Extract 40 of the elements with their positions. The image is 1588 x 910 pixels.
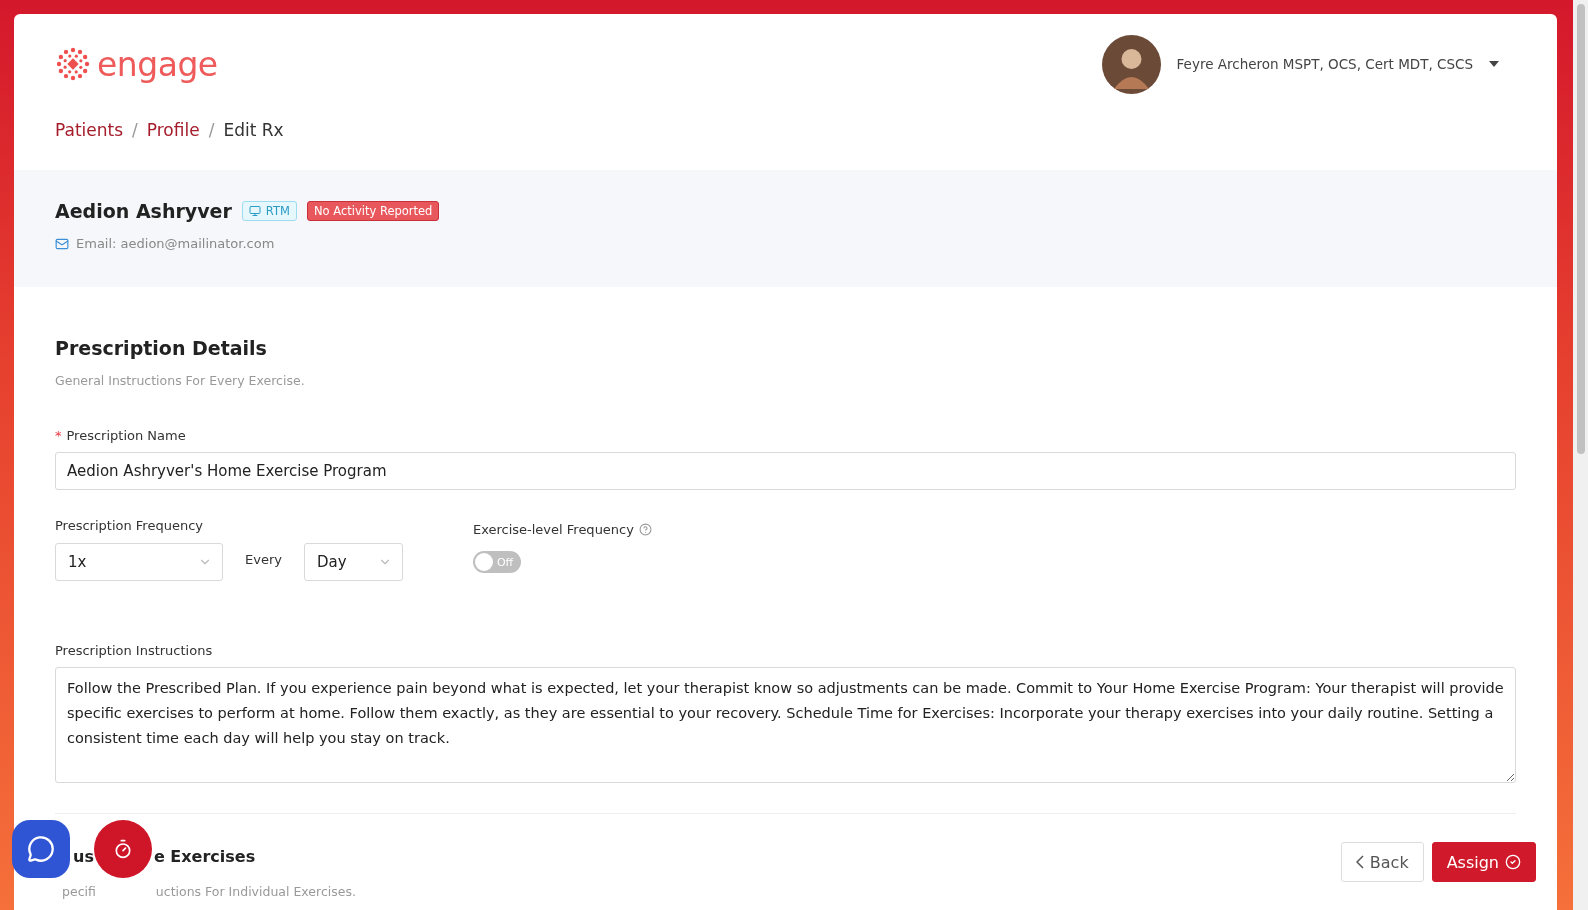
monitor-icon: [248, 205, 261, 217]
avatar[interactable]: [1101, 34, 1161, 94]
check-circle-icon: [1505, 854, 1521, 870]
mail-icon: [55, 236, 69, 251]
logo-icon: [55, 46, 91, 82]
section-title: us: [73, 847, 94, 866]
user-name[interactable]: Feyre Archeron MSPT, OCS, Cert MDT, CSCS: [1176, 56, 1473, 72]
section-subtitle: uctions For Individual Exercises.: [155, 884, 356, 899]
timer-icon: [113, 839, 133, 859]
chat-button[interactable]: [12, 820, 70, 878]
field-label: Exercise-level Frequency: [472, 522, 634, 537]
program-tag: RTM: [241, 201, 297, 221]
instructions-field[interactable]: Follow the Prescribed Plan. If you experience pain beyond what is expected, let your therapist know so adjustments can be made. Commit to Your Home Exercise Program: Your therapist will provide specific exercises to perform at home. Follow them exactly, as they are essential to your recovery. Schedule Time for Exercises: Incorporate your therapy exercises into your daily routine. Setting a consistent time each day will help you stay on track.: [55, 667, 1516, 783]
logo-text: engage: [97, 44, 218, 84]
field-label: Prescription Instructions: [55, 643, 214, 658]
section-subtitle: pecifi: [61, 884, 96, 899]
caret-icon[interactable]: [1489, 61, 1499, 67]
breadcrumb-link[interactable]: Patients: [55, 120, 124, 140]
chevron-left-icon: [1355, 855, 1364, 869]
field-label: * Prescription Name: [55, 428, 187, 443]
every-label: Every: [245, 551, 282, 567]
patient-email: Email: aedion@mailinator.com: [76, 236, 275, 251]
section-title: e Exercises: [153, 847, 256, 866]
field-label: Prescription Frequency: [55, 518, 204, 533]
assign-button[interactable]: Assign: [1431, 842, 1536, 882]
scrollbar[interactable]: [1576, 4, 1585, 454]
help-icon[interactable]: [638, 523, 652, 536]
patient-name: Aedion Ashryver: [55, 200, 232, 222]
status-tag: No Activity Reported: [306, 201, 440, 221]
breadcrumb-separator: /: [132, 120, 138, 140]
section-subtitle: General Instructions For Every Exercise.: [55, 373, 306, 388]
period-select[interactable]: Day: [303, 543, 403, 581]
section-title: Prescription Details: [55, 337, 268, 359]
current-page-title: Edit Rx: [223, 120, 284, 140]
breadcrumb-link[interactable]: Profile: [146, 120, 200, 140]
count-select[interactable]: 1x: [55, 543, 223, 581]
back-button[interactable]: Back: [1340, 842, 1424, 882]
breadcrumb-separator: /: [208, 120, 215, 140]
chat-icon: [27, 835, 55, 863]
prescription-name-field[interactable]: Aedion Ashryver's Home Exercise Program: [55, 452, 1516, 490]
